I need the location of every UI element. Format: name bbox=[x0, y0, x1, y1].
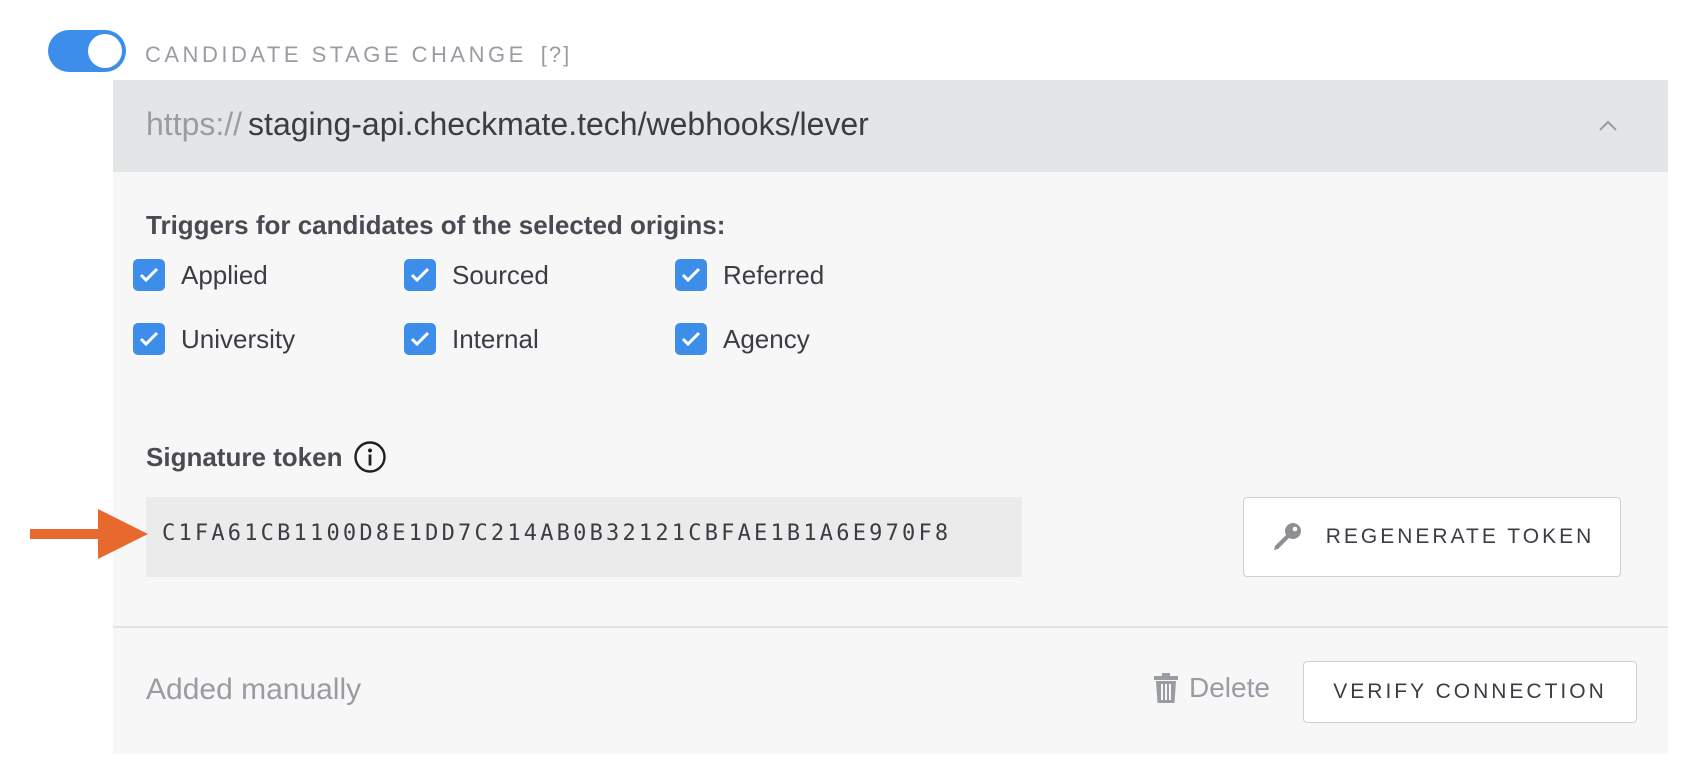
arrow-right-icon bbox=[30, 509, 148, 559]
checkbox-label: University bbox=[181, 323, 296, 354]
regenerate-token-label: REGENERATE TOKEN bbox=[1325, 525, 1595, 548]
webhook-card: https://staging-api.checkmate.tech/webho… bbox=[113, 80, 1668, 754]
checkbox-box bbox=[675, 259, 707, 291]
checkbox-agency[interactable]: Agency bbox=[675, 322, 810, 356]
check-icon bbox=[681, 267, 701, 283]
url-host: staging-api.checkmate.tech/webhooks/leve… bbox=[248, 106, 869, 142]
checkbox-applied[interactable]: Applied bbox=[133, 258, 268, 292]
trash-icon bbox=[1154, 673, 1178, 703]
source-label: Added manually bbox=[146, 673, 362, 706]
checkbox-university[interactable]: University bbox=[133, 322, 295, 356]
checkbox-box bbox=[404, 259, 436, 291]
signature-token-field[interactable]: C1FA61CB1100D8E1DD7C214AB0B32121CBFAE1B1… bbox=[146, 497, 1022, 577]
verify-connection-label: VERIFY CONNECTION bbox=[1333, 680, 1607, 703]
check-icon bbox=[139, 267, 159, 283]
help-link[interactable]: [?] bbox=[541, 42, 571, 67]
check-icon bbox=[410, 331, 430, 347]
checkbox-label: Referred bbox=[723, 259, 825, 290]
checkbox-box bbox=[133, 323, 165, 355]
verify-connection-button[interactable]: VERIFY CONNECTION bbox=[1303, 661, 1637, 723]
checkbox-box bbox=[675, 323, 707, 355]
checkbox-label: Sourced bbox=[452, 259, 549, 290]
webhook-title-text: CANDIDATE STAGE CHANGE bbox=[145, 42, 527, 67]
url-prefix: https:// bbox=[146, 106, 243, 142]
check-icon bbox=[410, 267, 430, 283]
delete-button[interactable]: Delete bbox=[1153, 672, 1270, 704]
toggle-knob bbox=[88, 34, 122, 68]
webhook-enabled-toggle[interactable] bbox=[48, 30, 126, 72]
regenerate-token-button[interactable]: REGENERATE TOKEN bbox=[1243, 497, 1621, 577]
key-icon bbox=[1273, 523, 1301, 550]
info-icon[interactable] bbox=[353, 440, 387, 474]
checkbox-box bbox=[133, 259, 165, 291]
checkbox-box bbox=[404, 323, 436, 355]
footer-divider bbox=[113, 626, 1668, 628]
checkbox-label: Internal bbox=[452, 323, 539, 354]
triggers-label: Triggers for candidates of the selected … bbox=[146, 210, 726, 240]
signature-token-value: C1FA61CB1100D8E1DD7C214AB0B32121CBFAE1B1… bbox=[162, 521, 952, 546]
webhook-url: https://staging-api.checkmate.tech/webho… bbox=[146, 106, 869, 143]
checkbox-label: Applied bbox=[181, 259, 268, 290]
checkbox-internal[interactable]: Internal bbox=[404, 322, 539, 356]
checkbox-sourced[interactable]: Sourced bbox=[404, 258, 549, 292]
checkbox-label: Agency bbox=[723, 323, 810, 354]
webhook-title: CANDIDATE STAGE CHANGE [?] bbox=[145, 42, 571, 68]
webhook-url-bar[interactable]: https://staging-api.checkmate.tech/webho… bbox=[113, 80, 1668, 172]
delete-label: Delete bbox=[1189, 672, 1270, 703]
chevron-up-icon[interactable] bbox=[1598, 116, 1618, 136]
check-icon bbox=[681, 331, 701, 347]
signature-token-label: Signature token bbox=[146, 442, 343, 472]
check-icon bbox=[139, 331, 159, 347]
checkbox-referred[interactable]: Referred bbox=[675, 258, 824, 292]
